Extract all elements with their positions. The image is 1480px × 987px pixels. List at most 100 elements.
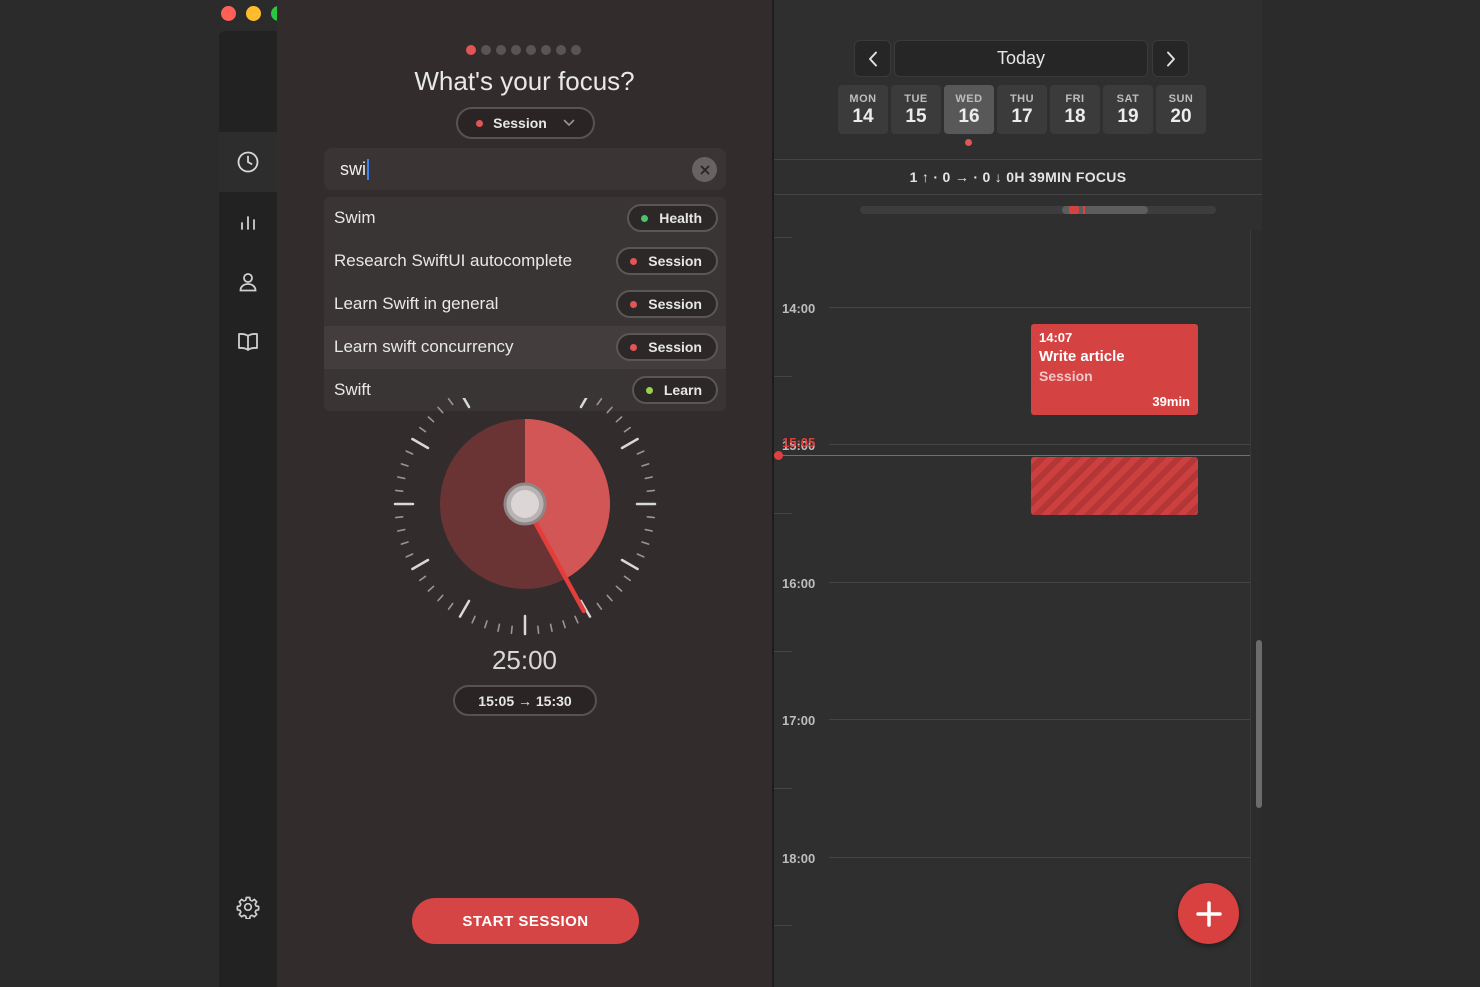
day-tue[interactable]: TUE 15 [891,85,941,134]
calendar-event[interactable]: 14:07 Write article Session 39min [1031,324,1198,415]
dial-tick [641,541,650,545]
search-input[interactable] [340,158,670,180]
page-dot[interactable] [511,45,521,55]
focus-summary: 1 ↑ · 0 → · 0 ↓ 0H 39MIN FOCUS [909,169,1127,185]
page-dot[interactable] [526,45,536,55]
day-date: 18 [1064,106,1086,127]
event-category: Session [1039,368,1093,384]
tag-color-dot [630,257,638,265]
day-name: THU [1009,93,1035,105]
dial-tick [646,516,656,519]
tag-badge: Health [627,204,718,232]
list-item[interactable]: Learn Swift in general Session [324,283,726,326]
day-name: FRI [1065,93,1085,105]
dial-tick [419,575,427,582]
half-hour-tick [774,925,792,926]
result-label: Swim [334,208,376,227]
timeline-scrollbar[interactable] [1250,230,1262,987]
autocomplete-list: Swim Health Research SwiftUI autocomplet… [324,197,726,411]
dial-tick [405,450,414,455]
plus-icon [1195,900,1222,927]
divider [774,194,1262,195]
category-select[interactable]: Session [456,107,595,139]
list-item[interactable]: Research SwiftUI autocomplete Session [324,240,726,283]
clear-search-button[interactable] [692,157,717,182]
text-cursor [367,159,369,180]
category-select-label: Session [493,115,547,131]
window-close-button[interactable] [221,6,236,21]
dial-tick [427,416,435,423]
start-session-button[interactable]: START SESSION [412,898,639,944]
page-dot[interactable] [556,45,566,55]
half-hour-tick [774,788,792,789]
sidebar-item-library[interactable] [219,312,277,372]
day-sun[interactable]: SUN 20 [1156,85,1206,134]
event-duration: 39min [1152,394,1190,409]
page-dot[interactable] [466,45,476,55]
day-sat[interactable]: SAT 19 [1103,85,1153,134]
previous-week-button[interactable] [854,40,891,77]
dial-tick [462,398,471,409]
sidebar-item-profile[interactable] [219,252,277,312]
list-item[interactable]: Swim Health [324,197,726,240]
today-button[interactable]: Today [894,40,1148,77]
clock-icon [237,151,259,173]
day-mon[interactable]: MON 14 [838,85,888,134]
dial-tick [636,450,645,455]
half-hour-tick [774,376,792,377]
dial-tick [458,599,471,618]
scrollbar-thumb[interactable] [1256,640,1262,808]
next-week-button[interactable] [1152,40,1189,77]
dial-tick [537,625,540,635]
day-wed[interactable]: WED 16 [944,85,994,134]
dial-tick [615,585,623,592]
dial-tick [427,585,435,592]
tag-label: Session [648,253,702,269]
page-dot[interactable] [541,45,551,55]
day-overview-now [1083,206,1085,214]
current-time-dot [774,451,783,460]
time-range-badge[interactable]: 15:05 → 15:30 [453,685,597,716]
timer-display: 25:00 [491,645,558,675]
dial-tick [549,623,553,632]
dial-tick [596,602,603,610]
page-dot[interactable] [571,45,581,55]
search-field[interactable] [324,148,726,190]
hour-label: 17:00 [782,713,816,728]
dial-tick [411,558,430,571]
day-overview-track[interactable] [860,206,1216,214]
sidebar-item-stats[interactable] [219,192,277,252]
dial-tick [510,625,513,635]
day-date: 14 [852,106,874,127]
day-thu[interactable]: THU 17 [997,85,1047,134]
chevron-left-icon [868,51,877,66]
dial-tick [397,528,406,532]
page-dot[interactable] [481,45,491,55]
planned-session-block[interactable] [1031,457,1198,515]
timer-dial[interactable] [380,398,670,648]
bar-chart-icon [241,216,255,230]
gear-icon [236,896,260,919]
add-event-button[interactable] [1178,883,1239,944]
day-fri[interactable]: FRI 18 [1050,85,1100,134]
day-date: 17 [1011,106,1033,127]
dial-tick [447,602,454,610]
dial-knob-center [511,490,539,518]
day-date: 20 [1170,106,1192,127]
list-item[interactable]: Learn swift concurrency Session [324,326,726,369]
settings-button[interactable] [219,877,277,937]
day-overview-event [1069,206,1079,214]
dial-tick [400,463,409,467]
page-dot[interactable] [496,45,506,55]
dial-tick [394,516,404,519]
dial-tick [447,398,454,406]
sidebar-item-timer[interactable] [219,132,277,192]
dial-tick [411,437,430,450]
dial-tick [644,528,653,532]
hour-line [829,719,1250,720]
tag-label: Session [648,339,702,355]
day-name: MON [849,93,877,105]
time-range-label: 15:05 → 15:30 [478,692,572,709]
window-minimize-button[interactable] [246,6,261,21]
dial-tick [437,594,444,602]
